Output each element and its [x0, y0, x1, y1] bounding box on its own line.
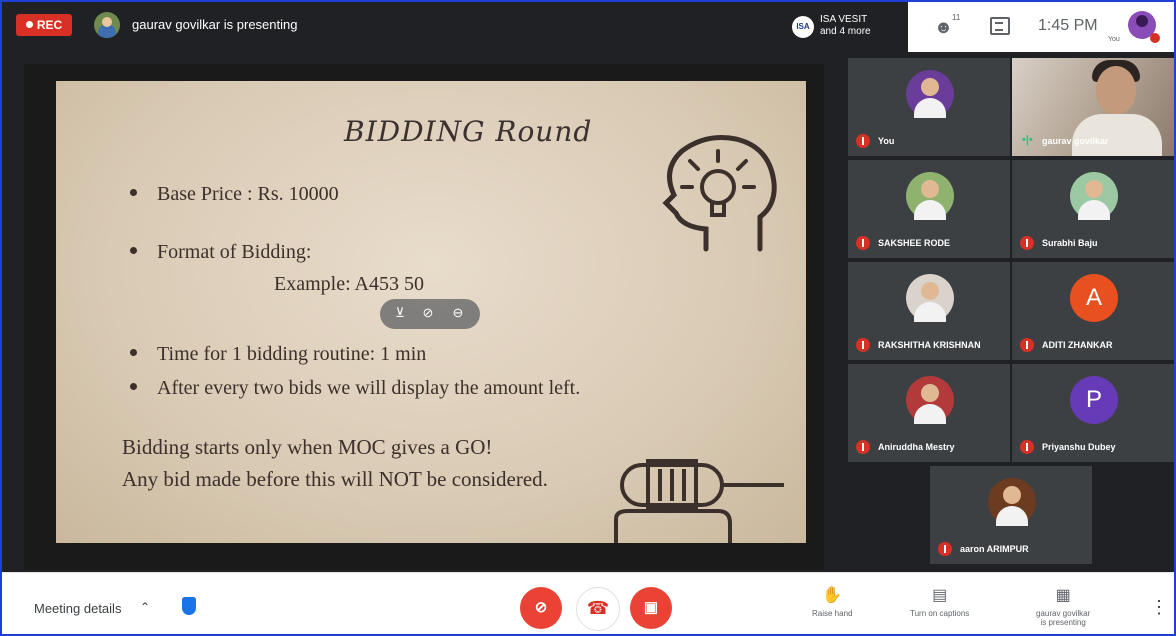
mic-off-icon — [856, 440, 870, 454]
participant-name: Surabhi Baju — [1042, 238, 1098, 248]
mute-icon[interactable]: ⊘ — [418, 303, 438, 323]
participant-name: gaurav govilkar — [1042, 136, 1109, 146]
presentation-slide: BIDDING Round Base Price : Rs. 10000 For… — [56, 81, 806, 543]
participant-tile-aaron[interactable]: aaron ARIMPUR — [930, 466, 1092, 564]
meet-window: REC gaurav govilkar is presenting ISA IS… — [0, 0, 1176, 636]
bullet-time: Time for 1 bidding routine: 1 min — [130, 343, 426, 366]
bullet-dot-icon — [130, 247, 137, 254]
bullet-base-price: Base Price : Rs. 10000 — [130, 183, 339, 206]
bullet-format: Format of Bidding: — [130, 241, 311, 264]
pin-icon[interactable]: ⊻ — [390, 303, 410, 323]
participant-avatar: P — [1070, 376, 1118, 424]
participant-name: Priyanshu Dubey — [1042, 442, 1116, 452]
participant-avatar — [1070, 172, 1118, 220]
raise-hand-button[interactable]: ✋ Raise hand — [812, 585, 852, 618]
participants-summary-line1: ISA VESIT — [820, 14, 868, 25]
mic-off-icon — [1150, 33, 1160, 43]
participant-name: Aniruddha Mestry — [878, 442, 955, 452]
bullet-amount-left: After every two bids we will display the… — [130, 377, 580, 400]
bottom-controls-bar: Meeting details ⌃ ⊘ ☎ ▣ ✋ Raise hand ▤ T… — [2, 572, 1174, 634]
presenting-label-1: gaurav govilkar — [1036, 609, 1091, 618]
mic-off-icon — [1020, 236, 1034, 250]
raise-hand-label: Raise hand — [812, 609, 853, 618]
presenting-button[interactable]: ▦ gaurav govilkar is presenting — [1036, 585, 1090, 627]
meeting-time: 1:45 PM — [1038, 17, 1098, 34]
participant-tile-aniruddha[interactable]: Aniruddha Mestry — [848, 364, 1010, 462]
participant-avatar: A — [1070, 274, 1118, 322]
participant-avatar — [988, 478, 1036, 526]
people-count: 11 — [952, 13, 961, 22]
participant-name: SAKSHEE RODE — [878, 238, 951, 248]
bullet-text: Format of Bidding: — [157, 241, 312, 263]
presenting-status: gaurav govilkar is presenting — [132, 17, 298, 32]
participant-tile-priyanshu[interactable]: P Priyanshu Dubey — [1012, 364, 1174, 462]
slide-title: BIDDING Round — [344, 115, 593, 148]
mic-off-icon — [856, 134, 870, 148]
presentation-area: BIDDING Round Base Price : Rs. 10000 For… — [24, 64, 824, 570]
participant-avatar — [906, 274, 954, 322]
participant-video-body — [1072, 114, 1162, 156]
participant-name: ADITI ZHANKAR — [1042, 340, 1113, 350]
speaking-icon: •|• — [1022, 134, 1033, 146]
rec-label: REC — [36, 18, 63, 32]
leave-call-button[interactable]: ☎ — [576, 587, 620, 631]
bullet-dot-icon — [130, 349, 137, 356]
gavel-icon — [614, 459, 784, 543]
participant-name: RAKSHITHA KRISHNAN — [878, 340, 981, 350]
remove-icon[interactable]: ⊖ — [448, 303, 468, 323]
captions-label: Turn on captions — [910, 609, 970, 618]
participant-tile-sakshee[interactable]: SAKSHEE RODE — [848, 160, 1010, 258]
participant-avatar — [906, 172, 954, 220]
self-label: You — [1108, 36, 1120, 43]
participants-summary[interactable]: ISA VESIT and 4 more — [820, 14, 871, 38]
bullet-dot-icon — [130, 189, 137, 196]
note-line-2: Any bid made before this will NOT be con… — [122, 467, 548, 491]
top-bar: REC gaurav govilkar is presenting ISA IS… — [2, 2, 1174, 52]
mic-off-icon — [938, 542, 952, 556]
more-options-icon[interactable]: ⋮ — [1150, 597, 1168, 618]
participant-tile-you[interactable]: You — [848, 58, 1010, 156]
present-screen-icon: ▦ — [1055, 587, 1071, 604]
mic-off-icon — [1020, 440, 1034, 454]
presenting-label-2: is presenting — [1040, 618, 1086, 627]
bullet-dot-icon — [130, 383, 137, 390]
mic-off-icon — [1020, 338, 1034, 352]
participant-name: aaron ARIMPUR — [960, 544, 1029, 554]
shield-icon[interactable] — [182, 597, 196, 615]
participant-tile-aditi[interactable]: A ADITI ZHANKAR — [1012, 262, 1174, 360]
participant-tile-rakshitha[interactable]: RAKSHITHA KRISHNAN — [848, 262, 1010, 360]
bullet-text: Time for 1 bidding routine: 1 min — [157, 343, 427, 365]
bullet-text: After every two bids we will display the… — [157, 377, 581, 399]
people-icon[interactable]: ☻ — [934, 17, 953, 38]
note-line-1: Bidding starts only when MOC gives a GO! — [122, 435, 493, 459]
bullet-text: Base Price : Rs. 10000 — [157, 183, 339, 205]
top-right-controls: ☻ 11 1:45 PM You — [908, 2, 1174, 52]
recording-badge: REC — [16, 14, 72, 36]
participant-tile-gaurav[interactable]: •|• gaurav govilkar — [1012, 58, 1174, 156]
chevron-up-icon[interactable]: ⌃ — [140, 600, 150, 614]
presentation-overlay-controls: ⊻ ⊘ ⊖ — [380, 299, 480, 329]
participant-name: You — [878, 136, 895, 146]
head-lightbulb-icon — [662, 135, 777, 252]
isa-logo: ISA — [792, 16, 814, 38]
record-dot-icon — [25, 21, 33, 28]
participant-avatar — [906, 376, 954, 424]
chat-icon[interactable] — [990, 17, 1010, 35]
participant-avatar — [906, 70, 954, 118]
bidding-example: Example: A453 50 — [274, 273, 424, 295]
participant-tile-surabhi[interactable]: Surabhi Baju — [1012, 160, 1174, 258]
hand-icon: ✋ — [822, 587, 843, 604]
mic-off-icon — [856, 338, 870, 352]
presenter-avatar — [94, 12, 120, 38]
participants-summary-line2: and 4 more — [820, 26, 871, 37]
participant-video-face — [1096, 66, 1136, 114]
mic-toggle-button[interactable]: ⊘ — [520, 587, 562, 629]
mic-off-icon — [856, 236, 870, 250]
camera-toggle-button[interactable]: ▣ — [630, 587, 672, 629]
captions-button[interactable]: ▤ Turn on captions — [910, 585, 969, 618]
captions-icon: ▤ — [932, 587, 948, 604]
meeting-details-button[interactable]: Meeting details — [34, 601, 121, 616]
